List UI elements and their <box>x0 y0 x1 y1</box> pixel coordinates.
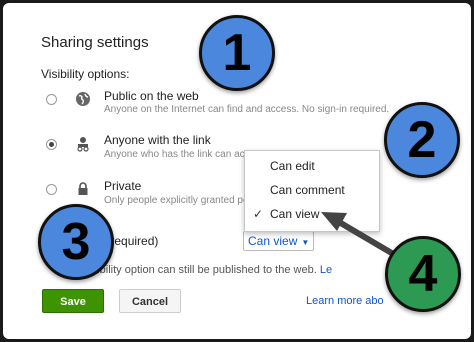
callout-badge-2: 2 <box>384 102 460 178</box>
callout-badge-3: 3 <box>38 204 114 280</box>
callout-badge-1: 1 <box>199 15 275 91</box>
callout-badge-4: 4 <box>385 236 461 312</box>
sharing-dialog: Sharing settings Visibility options: Pub… <box>3 3 471 339</box>
